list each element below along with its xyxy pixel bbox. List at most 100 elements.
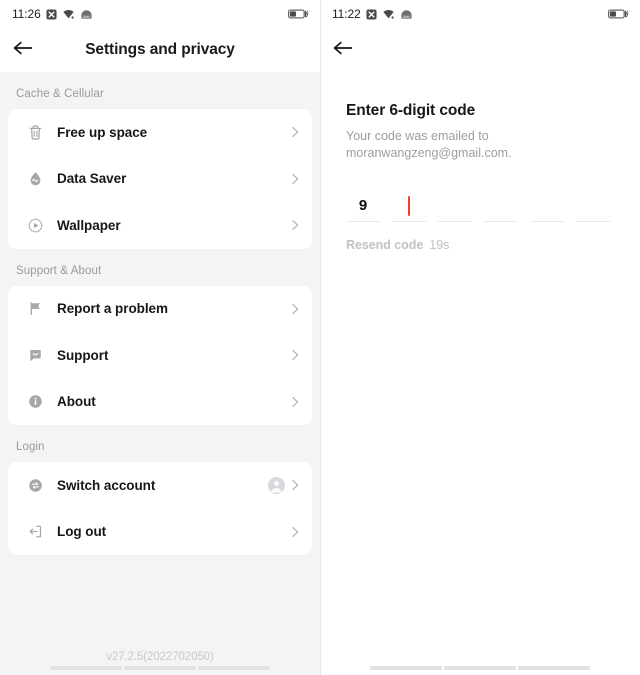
svg-text:VPN: VPN bbox=[403, 15, 409, 19]
section-card: Report a problem Support About bbox=[8, 285, 312, 426]
chevron-right-icon bbox=[288, 172, 302, 186]
sidebar-item-label: Support bbox=[57, 347, 109, 363]
android-nav-bar bbox=[320, 661, 640, 675]
section-card: Free up space Data Saver Wallpaper bbox=[8, 109, 312, 249]
row-accessories bbox=[288, 302, 302, 316]
section-label: Login bbox=[16, 441, 45, 453]
sidebar-item-log-out[interactable]: Log out bbox=[8, 509, 312, 556]
chevron-right-icon bbox=[288, 395, 302, 409]
row-accessories bbox=[288, 348, 302, 362]
code-input-group: 9 bbox=[346, 191, 614, 222]
status-bar-right-group bbox=[608, 8, 630, 20]
battery-charging-icon bbox=[608, 8, 630, 20]
code-entry-body: Enter 6-digit code Your code was emailed… bbox=[320, 72, 640, 252]
svg-text:VPN: VPN bbox=[83, 15, 89, 19]
section-label: Support & About bbox=[16, 264, 102, 277]
page-title: Settings and privacy bbox=[85, 41, 235, 58]
back-button[interactable] bbox=[0, 28, 46, 72]
switch-account-icon bbox=[25, 475, 45, 495]
resend-row: Resend code 19s bbox=[346, 238, 614, 252]
wifi-icon bbox=[382, 9, 395, 20]
back-arrow-icon bbox=[332, 39, 354, 62]
sidebar-item-data-saver[interactable]: Data Saver bbox=[8, 156, 312, 203]
chevron-right-icon bbox=[288, 348, 302, 362]
verification-code-screen: 11:22 VPN Enter 6-digit code Your code w… bbox=[320, 0, 640, 675]
nav-back-segment[interactable] bbox=[50, 666, 122, 670]
sidebar-item-label: Log out bbox=[57, 524, 107, 540]
chevron-right-icon bbox=[288, 478, 302, 492]
no-sim-icon bbox=[366, 8, 377, 20]
sidebar-item-about[interactable]: About bbox=[8, 379, 312, 426]
vpn-icon: VPN bbox=[400, 9, 413, 20]
wallpaper-icon bbox=[25, 215, 45, 235]
dual-screenshot-container: 11:26 VPN Settings and privacy Cache & C… bbox=[0, 0, 640, 675]
code-digit-value: 9 bbox=[358, 197, 368, 214]
code-screen-header bbox=[320, 28, 640, 72]
code-digit-4[interactable] bbox=[484, 191, 518, 222]
back-button[interactable] bbox=[320, 28, 366, 72]
code-title: Enter 6-digit code bbox=[346, 102, 476, 119]
logout-icon bbox=[25, 522, 45, 542]
status-bar-right-group bbox=[288, 8, 310, 20]
wifi-icon bbox=[62, 9, 75, 20]
status-bar-left: 11:26 VPN bbox=[0, 0, 320, 28]
status-bar-right: 11:22 VPN bbox=[320, 0, 640, 28]
sidebar-item-label: Report a problem bbox=[57, 301, 168, 317]
section-support-about: Support & About Report a problem Support… bbox=[0, 249, 320, 426]
chevron-right-icon bbox=[288, 302, 302, 316]
sidebar-item-label: Data Saver bbox=[57, 171, 127, 187]
chevron-right-icon bbox=[288, 218, 302, 232]
sidebar-item-label: Switch account bbox=[57, 477, 156, 493]
chat-bubble-icon bbox=[25, 345, 45, 365]
settings-screen: 11:26 VPN Settings and privacy Cache & C… bbox=[0, 0, 320, 675]
row-accessories bbox=[288, 395, 302, 409]
trash-icon bbox=[25, 122, 45, 142]
code-subtitle: Your code was emailed to moranwangzeng@g… bbox=[346, 129, 512, 161]
row-accessories bbox=[288, 172, 302, 186]
vpn-icon: VPN bbox=[80, 9, 93, 20]
section-label: Cache & Cellular bbox=[16, 88, 104, 100]
no-sim-icon bbox=[46, 8, 57, 20]
section-card: Switch account Log out bbox=[8, 462, 312, 555]
sidebar-item-label: Wallpaper bbox=[57, 217, 121, 233]
sidebar-item-report-a-problem[interactable]: Report a problem bbox=[8, 286, 312, 333]
android-nav-bar bbox=[0, 661, 320, 675]
resend-countdown: 19s bbox=[429, 237, 450, 252]
chevron-right-icon bbox=[288, 125, 302, 139]
code-digit-2[interactable] bbox=[392, 191, 426, 222]
code-digit-6[interactable] bbox=[576, 191, 610, 222]
row-accessories bbox=[288, 218, 302, 232]
sidebar-item-support[interactable]: Support bbox=[8, 332, 312, 379]
text-caret bbox=[408, 195, 410, 216]
status-bar-left-group: 11:22 VPN bbox=[332, 7, 413, 21]
flag-icon bbox=[25, 299, 45, 319]
sidebar-item-free-up-space[interactable]: Free up space bbox=[8, 109, 312, 156]
sidebar-item-label: About bbox=[57, 394, 96, 410]
settings-header: Settings and privacy bbox=[0, 28, 320, 72]
row-accessories bbox=[288, 525, 302, 539]
back-arrow-icon bbox=[12, 39, 34, 62]
nav-home-segment[interactable] bbox=[124, 666, 196, 670]
data-saver-icon bbox=[25, 169, 45, 189]
section-cache-cellular: Cache & Cellular Free up space Data Save… bbox=[0, 72, 320, 249]
battery-charging-icon bbox=[288, 8, 310, 20]
row-accessories bbox=[268, 476, 302, 494]
code-digit-5[interactable] bbox=[530, 191, 564, 222]
sidebar-item-wallpaper[interactable]: Wallpaper bbox=[8, 202, 312, 249]
section-login: Login Switch account Log out bbox=[0, 425, 320, 555]
nav-recents-segment[interactable] bbox=[518, 666, 590, 670]
nav-recents-segment[interactable] bbox=[198, 666, 270, 670]
sidebar-item-switch-account[interactable]: Switch account bbox=[8, 462, 312, 509]
nav-back-segment[interactable] bbox=[370, 666, 442, 670]
resend-code-button[interactable]: Resend code bbox=[346, 238, 423, 252]
chevron-right-icon bbox=[288, 525, 302, 539]
settings-list: Cache & Cellular Free up space Data Save… bbox=[0, 72, 320, 675]
screen-divider bbox=[320, 0, 321, 675]
status-bar-left-group: 11:26 VPN bbox=[12, 7, 93, 21]
code-digit-3[interactable] bbox=[438, 191, 472, 222]
nav-home-segment[interactable] bbox=[444, 666, 516, 670]
row-accessories bbox=[288, 125, 302, 139]
avatar bbox=[268, 476, 285, 494]
sidebar-item-label: Free up space bbox=[57, 124, 148, 140]
code-digit-1[interactable]: 9 bbox=[346, 191, 380, 222]
